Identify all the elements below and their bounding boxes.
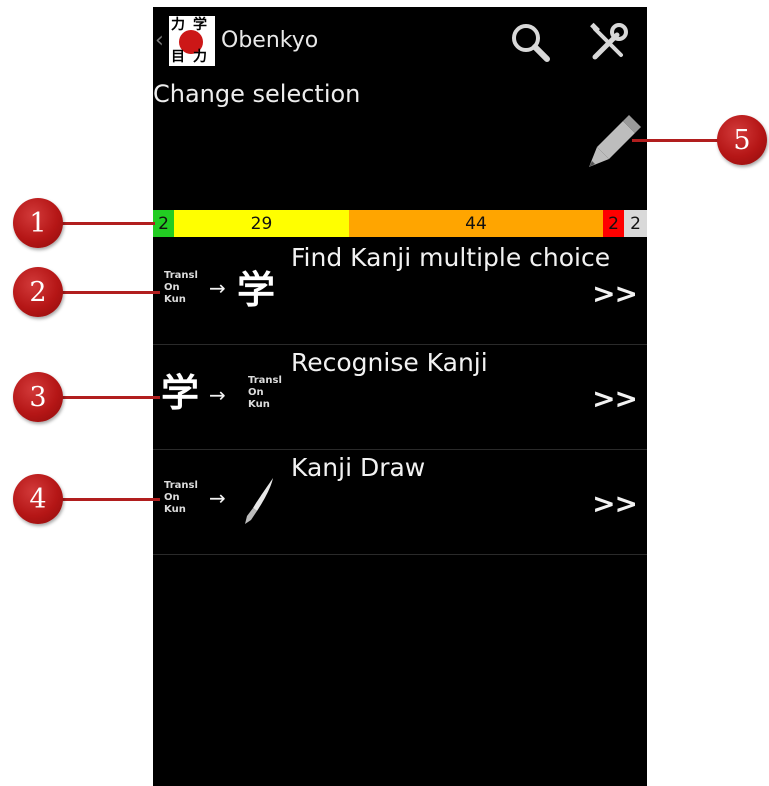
callout-line	[632, 139, 722, 142]
chevron-right-icon: >>	[592, 277, 638, 310]
chevron-left-icon[interactable]: ‹	[155, 30, 164, 52]
edit-selection-button[interactable]	[583, 111, 641, 173]
meta-kun: Kun	[164, 504, 186, 515]
arrow-icon: →	[209, 276, 226, 300]
callout-marker-2: 2	[13, 267, 63, 317]
progress-bar: 2 29 44 2 2	[153, 210, 647, 237]
logo-char: 目	[171, 49, 185, 65]
kanji-glyph: 学	[237, 268, 276, 312]
meta-transl: Transl	[164, 270, 198, 281]
mode-title: Kanji Draw	[291, 453, 426, 482]
meta-on: On	[164, 492, 180, 503]
change-selection-label[interactable]: Change selection	[153, 79, 360, 109]
chevron-right-icon: >>	[592, 487, 638, 520]
meta-on: On	[164, 282, 180, 293]
callout-marker-5: 5	[717, 115, 767, 165]
meta-transl: Transl	[164, 480, 198, 491]
progress-segment-grey: 2	[624, 210, 647, 237]
app-title: Obenkyo	[221, 28, 319, 53]
tools-icon	[590, 22, 628, 60]
mode-title: Find Kanji multiple choice	[291, 243, 611, 272]
arrow-icon: →	[209, 486, 226, 510]
brush-icon	[245, 478, 273, 524]
app-logo[interactable]: 力 学 目 力	[169, 16, 215, 66]
action-bar: ‹ 力 学 目 力 Obenkyo	[153, 7, 647, 77]
callout-marker-1: 1	[13, 198, 63, 248]
callout-line	[60, 396, 160, 399]
callout-marker-4: 4	[13, 474, 63, 524]
meta-kun: Kun	[164, 294, 186, 305]
callout-line	[60, 498, 160, 501]
pencil-icon	[589, 115, 641, 167]
mode-recognise-kanji[interactable]: Recognise Kanji 学 → Transl On Kun >>	[153, 345, 647, 450]
callout-marker-3: 3	[13, 372, 63, 422]
progress-segment-orange: 44	[349, 210, 603, 237]
meta-kun: Kun	[248, 399, 270, 410]
chevron-right-icon: >>	[592, 382, 638, 415]
logo-char: 力	[171, 17, 185, 33]
mode-kanji-draw[interactable]: Kanji Draw Transl On Kun → >>	[153, 450, 647, 555]
progress-segment-yellow: 29	[174, 210, 349, 237]
meta-on: On	[248, 387, 264, 398]
meta-transl: Transl	[248, 375, 282, 386]
mode-find-kanji[interactable]: Find Kanji multiple choice Transl On Kun…	[153, 240, 647, 345]
progress-segment-red: 2	[603, 210, 624, 237]
search-button[interactable]	[505, 17, 555, 67]
search-icon	[512, 24, 550, 62]
progress-segment-green: 2	[153, 210, 174, 237]
arrow-icon: →	[209, 383, 226, 407]
phone-screen: ‹ 力 学 目 力 Obenkyo Change selection 2 29 …	[153, 7, 647, 786]
mode-title: Recognise Kanji	[291, 348, 488, 377]
logo-char: 力	[193, 49, 207, 65]
settings-button[interactable]	[583, 17, 633, 67]
callout-line	[60, 222, 155, 225]
callout-line	[60, 291, 160, 294]
kanji-glyph: 学	[161, 371, 200, 415]
